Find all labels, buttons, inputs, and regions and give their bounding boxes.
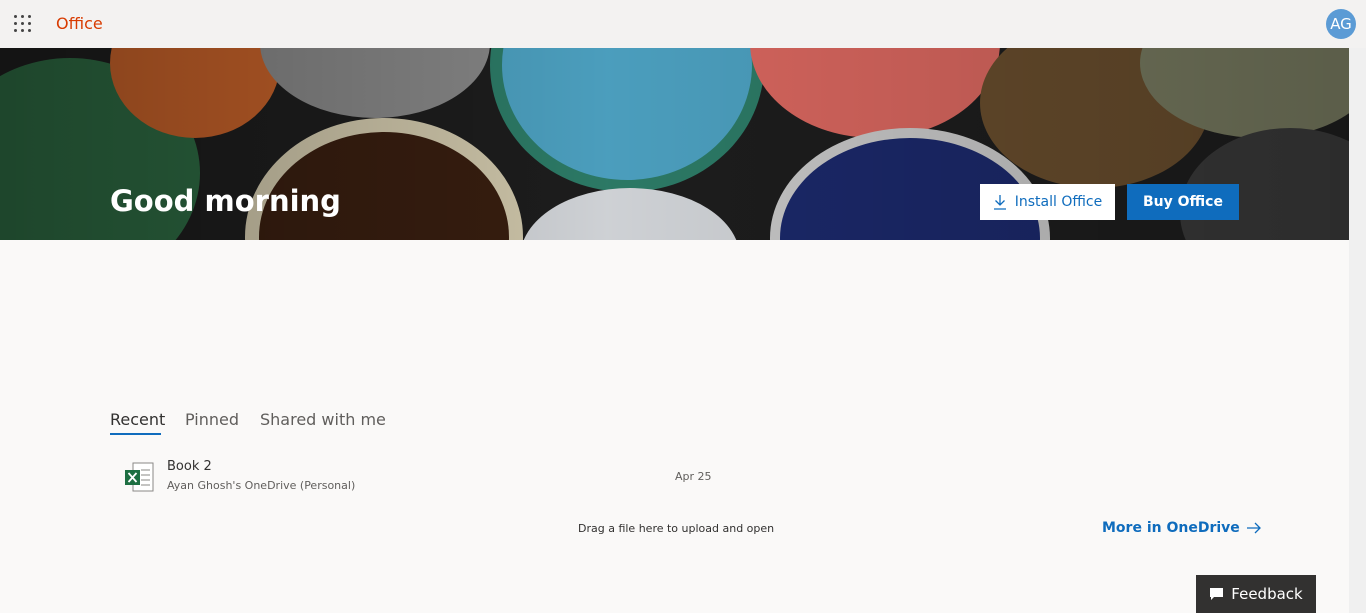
tab-shared-with-me[interactable]: Shared with me (260, 410, 386, 429)
file-name[interactable]: Book 2 (167, 459, 212, 474)
page-scrollbar[interactable] (1349, 48, 1366, 613)
chat-bubble-icon (1210, 588, 1224, 600)
install-office-button[interactable]: Install Office (980, 184, 1115, 220)
excel-icon (125, 462, 154, 492)
hero-banner: Good morning Install Office Buy Office (0, 48, 1349, 240)
more-in-onedrive-label: More in OneDrive (1102, 520, 1240, 536)
app-launcher-icon[interactable] (14, 15, 32, 33)
more-in-onedrive-link[interactable]: More in OneDrive (1102, 520, 1262, 536)
tab-recent[interactable]: Recent (110, 410, 165, 429)
greeting-heading: Good morning (110, 184, 341, 218)
tab-pinned[interactable]: Pinned (185, 410, 239, 429)
buy-office-button[interactable]: Buy Office (1127, 184, 1239, 220)
file-location: Ayan Ghosh's OneDrive (Personal) (167, 479, 356, 492)
office-brand-link[interactable]: Office (56, 14, 103, 33)
drop-zone-hint: Drag a file here to upload and open (578, 522, 775, 535)
file-date: Apr 25 (675, 470, 712, 483)
user-avatar[interactable]: AG (1326, 9, 1356, 39)
feedback-label: Feedback (1231, 585, 1303, 603)
active-tab-indicator (110, 433, 161, 435)
top-bar: Office AG (0, 0, 1366, 48)
install-office-label: Install Office (1014, 194, 1103, 210)
download-icon (993, 195, 1006, 210)
feedback-button[interactable]: Feedback (1196, 575, 1316, 613)
arrow-right-icon (1246, 522, 1261, 534)
